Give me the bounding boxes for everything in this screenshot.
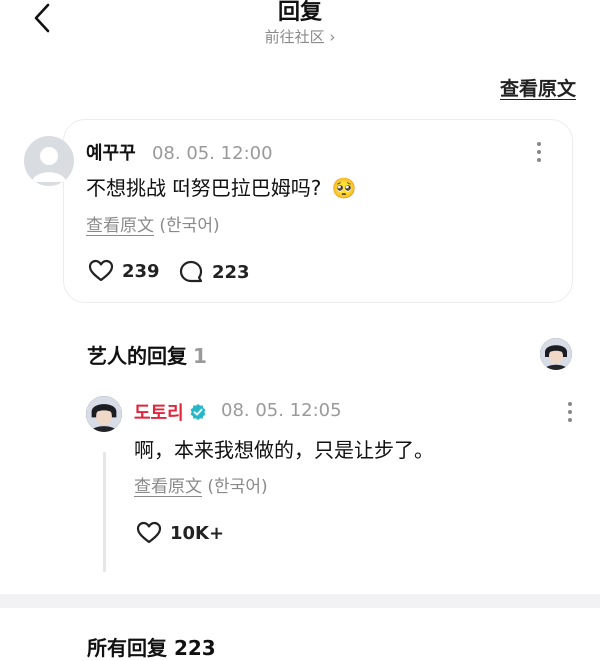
default-user-icon xyxy=(32,147,66,182)
artist-reply-like-button[interactable]: 10K+ xyxy=(136,521,224,545)
artist-reply-original-row: 查看原文 (한국어) xyxy=(134,472,268,497)
artist-avatar[interactable] xyxy=(86,396,122,432)
comment-time: 08. 05. 12:00 xyxy=(151,143,273,164)
comment-more-icon[interactable] xyxy=(535,140,543,164)
artist-reply-time: 08. 05. 12:05 xyxy=(221,400,342,421)
comment-like-button[interactable]: 239 xyxy=(88,259,160,283)
artist-reply-language: (한국어) xyxy=(207,477,268,497)
comment-reply-button[interactable]: 223 xyxy=(178,259,250,285)
page-title: 回复 xyxy=(277,0,322,25)
comment-author[interactable]: 예꾸꾸 08. 05. 12:00 xyxy=(86,139,273,165)
artist-reply-like-count: 10K+ xyxy=(170,522,225,544)
avatar[interactable] xyxy=(24,136,74,186)
artist-portrait-icon xyxy=(86,396,122,432)
artist-reply-author[interactable]: 도토리 xyxy=(134,399,207,425)
artist-portrait-icon xyxy=(540,338,572,370)
all-replies-heading: 所有回复 223 xyxy=(87,636,216,660)
comment-view-original-link[interactable]: 查看原文 xyxy=(86,216,154,236)
view-original-button[interactable]: 查看原文 xyxy=(500,74,576,101)
artist-reply-more-icon[interactable] xyxy=(566,400,574,424)
artist-replies-count: 1 xyxy=(193,344,207,368)
section-divider xyxy=(0,594,600,608)
comment-language: (한국어) xyxy=(159,216,220,236)
comment-bubble-icon xyxy=(179,260,203,283)
comment-original-row: 查看原文 (한국어) xyxy=(86,211,220,236)
comment-reply-count: 223 xyxy=(212,261,250,283)
comment-like-count: 239 xyxy=(122,260,160,282)
artist-replies-heading: 艺人的回复 1 xyxy=(87,344,207,368)
artist-avatar-small[interactable] xyxy=(540,338,572,370)
heart-icon xyxy=(88,259,114,282)
go-to-community-link[interactable]: 前往社区 › xyxy=(0,26,600,47)
artist-reply-text: 啊，本来我想做的，只是让步了。 xyxy=(134,438,434,462)
thread-line xyxy=(103,452,106,572)
verified-badge-icon xyxy=(190,404,206,420)
artist-reply-view-original-link[interactable]: 查看原文 xyxy=(134,477,202,497)
heart-icon xyxy=(136,521,162,544)
pleading-face-emoji: 🥺 xyxy=(331,176,357,200)
comment-text: 不想挑战 떠努巴拉巴姆吗? 🥺 xyxy=(86,176,357,200)
